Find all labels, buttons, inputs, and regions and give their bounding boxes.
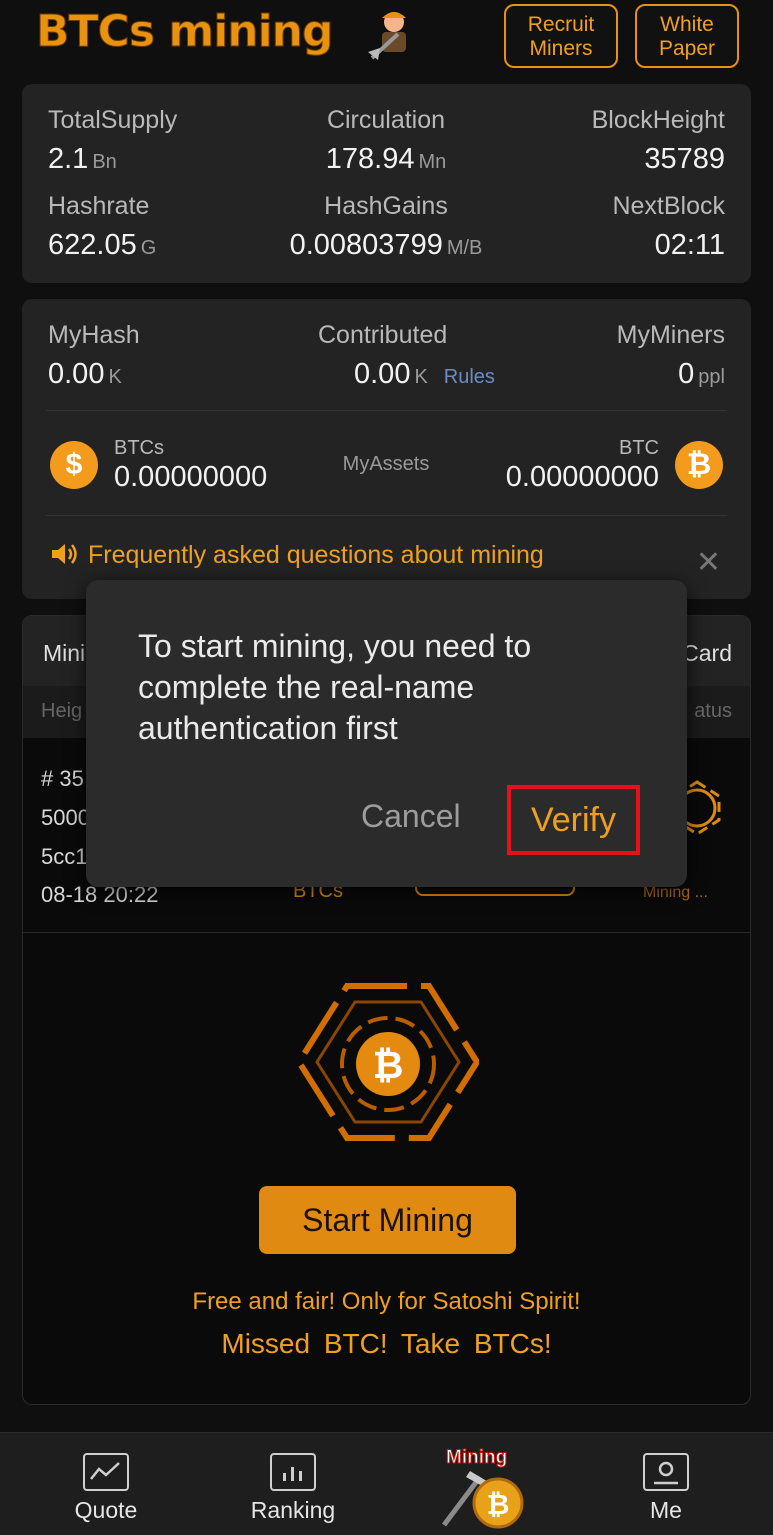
tab-quote-label: Quote <box>74 1497 138 1523</box>
btc-label: BTC <box>619 437 659 459</box>
hash-gains-unit: M/B <box>446 237 483 259</box>
rules-link[interactable]: Rules <box>444 366 495 388</box>
tab-me[interactable]: Me <box>596 1433 736 1524</box>
btcs-label: BTCs <box>114 437 164 459</box>
start-mining-button[interactable]: Start Mining <box>259 1186 516 1254</box>
hashrate-label: Hashrate <box>48 192 150 220</box>
tab-mining-label: Mining <box>445 1447 508 1469</box>
block-height-label: BlockHeight <box>591 106 725 134</box>
hashrate-unit: G <box>140 237 157 259</box>
faq-link[interactable]: Frequently asked questions about mining <box>50 541 544 570</box>
recruit-line2: Miners <box>529 37 593 60</box>
bottom-tab-bar: Quote Ranking Mining ₿ Me <box>0 1432 773 1535</box>
white-paper-line1: White <box>660 13 714 36</box>
my-miners-label: MyMiners <box>616 321 725 349</box>
contributed-label: Contributed <box>318 321 448 349</box>
row-height: # 35 <box>41 766 84 791</box>
verify-button[interactable]: Verify <box>507 785 640 855</box>
ranking-bars-icon <box>270 1453 316 1491</box>
miner-mascot-icon <box>368 12 406 60</box>
hashrate-value: 622.05 <box>48 229 137 261</box>
recruit-miners-button[interactable]: Recruit Miners <box>504 4 618 68</box>
faq-text: Frequently asked questions about mining <box>88 541 544 569</box>
close-icon[interactable]: ✕ <box>696 545 721 580</box>
svg-text:₿: ₿ <box>373 1043 404 1087</box>
my-assets-label: MyAssets <box>342 453 430 475</box>
mining-emblem-icon: ₿ <box>297 983 479 1141</box>
btcs-value: 0.00000000 <box>114 461 268 493</box>
quote-chart-icon <box>83 1453 129 1491</box>
app-header: BTCs mining Recruit Miners White Paper <box>0 0 773 80</box>
white-paper-button[interactable]: White Paper <box>635 4 739 68</box>
svg-text:₿: ₿ <box>487 1488 510 1521</box>
my-stats-card: MyHash 0.00 K Contributed 0.00 K Rules MyMi… <box>22 299 751 599</box>
next-block-label: NextBlock <box>612 192 725 220</box>
white-paper-line2: Paper <box>658 37 716 60</box>
contributed-unit: K <box>414 366 428 388</box>
cancel-button[interactable]: Cancel <box>361 798 461 835</box>
circulation-stat: Circulation 178.94 Mn <box>286 106 486 176</box>
my-hash-stat: MyHash 0.00 K <box>48 321 140 391</box>
contributed-value: 0.00 <box>354 358 411 390</box>
tab-quote[interactable]: Quote <box>36 1433 176 1524</box>
my-miners-unit: ppl <box>698 366 725 388</box>
next-block-stat: NextBlock 02:11 <box>612 192 725 262</box>
my-hash-label: MyHash <box>48 321 140 349</box>
btc-value: 0.00000000 <box>505 461 659 493</box>
column-status: atus <box>694 700 732 722</box>
my-miners-stat: MyMiners 0 ppl <box>617 321 725 391</box>
tab-me-label: Me <box>650 1497 682 1523</box>
total-supply-label: TotalSupply <box>48 106 178 134</box>
tab-ranking[interactable]: Ranking <box>223 1433 363 1524</box>
divider <box>46 410 727 411</box>
block-height-stat: BlockHeight 35789 <box>592 106 725 176</box>
hash-gains-value: 0.00803799 <box>289 229 443 261</box>
row-hash: 5cc1 <box>41 844 88 869</box>
my-miners-value: 0 <box>678 358 695 390</box>
divider <box>23 932 750 933</box>
block-height-value: 35789 <box>644 143 725 175</box>
divider <box>46 515 727 516</box>
dialog-message: To start mining, you need to complete th… <box>138 628 532 746</box>
slogan-line-1: Free and fair! Only for Satoshi Spirit! <box>192 1288 581 1315</box>
total-supply-stat: TotalSupply 2.1 Bn <box>48 106 177 176</box>
circulation-value: 178.94 <box>325 143 415 175</box>
recruit-line1: Recruit <box>527 13 595 36</box>
hash-gains-stat: HashGains 0.00803799 M/B <box>276 192 496 262</box>
circulation-unit: Mn <box>418 151 447 173</box>
mining-header-left: Mini <box>43 640 86 666</box>
profile-icon <box>643 1453 689 1491</box>
total-supply-value: 2.1 <box>48 143 89 175</box>
mining-tab-icon: ₿ <box>442 1471 524 1529</box>
slogan-line-2: Missed BTC! Take BTCs! <box>221 1328 552 1359</box>
my-hash-unit: K <box>108 366 122 388</box>
row-amount: 5000 <box>41 805 90 830</box>
mining-header-right: Card <box>682 640 732 666</box>
network-stats-card: TotalSupply 2.1 Bn Circulation 178.94 Mn B… <box>22 84 751 283</box>
next-block-value: 02:11 <box>654 229 725 261</box>
verification-dialog: To start mining, you need to complete th… <box>86 580 687 887</box>
hash-gains-label: HashGains <box>324 192 448 220</box>
circulation-label: Circulation <box>326 106 446 134</box>
speaker-icon <box>52 544 77 564</box>
contributed-stat: Contributed 0.00 K Rules <box>318 321 495 391</box>
column-height: Heig <box>41 700 83 722</box>
total-supply-unit: Bn <box>92 151 117 173</box>
hashrate-stat: Hashrate 622.05 G <box>48 192 156 262</box>
btcs-coin-icon: $ <box>50 441 98 489</box>
app-logo: BTCs mining <box>36 6 335 58</box>
my-hash-value: 0.00 <box>48 358 105 390</box>
tab-ranking-label: Ranking <box>250 1497 336 1523</box>
btc-coin-icon: ₿ <box>675 441 723 489</box>
